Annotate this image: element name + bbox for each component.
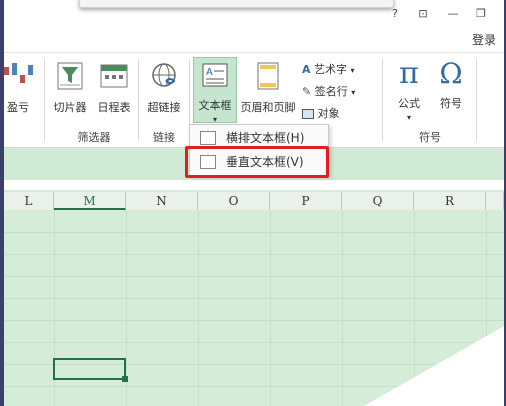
slicer-button[interactable]: 切片器	[48, 61, 92, 115]
header-footer-label: 页眉和页脚	[240, 101, 296, 114]
separator	[476, 59, 477, 141]
wordart-label: 艺术字	[314, 63, 348, 76]
restore-icon[interactable]: ❐	[472, 6, 490, 22]
horizontal-textbox-icon	[200, 131, 216, 145]
header-footer-button[interactable]: 页眉和页脚	[238, 61, 298, 115]
link-group-label: 链接	[153, 131, 175, 144]
column-header-r[interactable]: R	[414, 192, 486, 210]
help-icon[interactable]: ?	[386, 6, 404, 22]
ribbon-display-icon[interactable]: ⊡	[414, 6, 432, 22]
symbol-group-label: 符号	[419, 131, 441, 144]
slicer-icon	[57, 62, 83, 90]
chevron-down-icon: ▾	[212, 115, 217, 124]
textbox-label: 文本框	[198, 99, 232, 112]
wordart-icon: A	[302, 63, 311, 76]
grid-line	[198, 210, 199, 406]
svg-text:A: A	[206, 67, 213, 78]
selected-cell[interactable]	[53, 358, 126, 380]
grid-line	[4, 232, 504, 233]
object-label: 对象	[317, 107, 340, 120]
timeline-button[interactable]: 日程表	[92, 61, 136, 115]
signature-icon: ✎	[302, 85, 312, 98]
filter-group-label: 筛选器	[77, 131, 111, 144]
grid-line	[342, 210, 343, 406]
hyperlink-icon	[152, 63, 176, 87]
minimize-icon[interactable]: —	[444, 6, 462, 22]
wordart-button[interactable]: A 艺术字 ▾	[302, 61, 355, 77]
column-header-p[interactable]: P	[270, 192, 342, 210]
column-header-l[interactable]: L	[4, 192, 54, 210]
annotation-highlight-box	[185, 146, 329, 178]
grid-line	[4, 320, 504, 321]
excel-window: ? ⊡ — ❐ 登录 盈亏 切片器 日程表 筛选器 超链接 链接 A 文本框 ▾…	[4, 0, 504, 406]
column-header-partial[interactable]	[486, 192, 504, 210]
textbox-icon: A	[202, 63, 228, 87]
object-icon	[302, 109, 314, 119]
fill-handle[interactable]	[122, 376, 128, 382]
equation-label: 公式	[398, 97, 420, 110]
column-header-n[interactable]: N	[126, 192, 198, 210]
column-header-o[interactable]: O	[198, 192, 270, 210]
menu-item-label: 横排文本框(H)	[226, 131, 305, 145]
header-footer-icon	[257, 62, 279, 90]
symbol-label: 符号	[440, 97, 462, 110]
login-link[interactable]: 登录	[472, 31, 496, 48]
slicer-label: 切片器	[53, 101, 87, 114]
separator	[138, 59, 139, 141]
hyperlink-label: 超链接	[147, 101, 181, 114]
separator	[44, 59, 45, 141]
signature-label: 签名行	[314, 85, 348, 98]
omega-icon: Ω	[439, 57, 463, 90]
popup-shadow-bar	[79, 0, 394, 8]
column-header-m[interactable]: M	[54, 192, 126, 210]
timeline-label: 日程表	[97, 101, 131, 114]
winloss-icon	[4, 63, 33, 83]
winloss-label: 盈亏	[7, 101, 29, 114]
equation-button[interactable]: π 公式 ▾	[388, 56, 430, 123]
chevron-down-icon: ▾	[350, 66, 355, 75]
chevron-down-icon: ▾	[406, 113, 411, 122]
column-header-q[interactable]: Q	[342, 192, 414, 210]
textbox-button[interactable]: A 文本框 ▾	[193, 61, 237, 124]
grid-line	[4, 254, 504, 255]
grid-line	[4, 276, 504, 277]
timeline-icon	[100, 64, 128, 88]
signature-line-button[interactable]: ✎ 签名行 ▾	[302, 83, 355, 99]
pi-icon: π	[399, 56, 419, 91]
chevron-down-icon: ▾	[351, 88, 356, 97]
grid-line	[270, 210, 271, 406]
hyperlink-button[interactable]: 超链接	[142, 61, 186, 115]
grid-line	[4, 298, 504, 299]
page-curl-decoration	[364, 326, 504, 406]
symbol-button[interactable]: Ω 符号	[430, 57, 472, 111]
separator	[382, 59, 383, 141]
sparkline-winloss-button[interactable]: 盈亏	[4, 61, 38, 115]
object-button[interactable]: 对象	[302, 105, 340, 121]
